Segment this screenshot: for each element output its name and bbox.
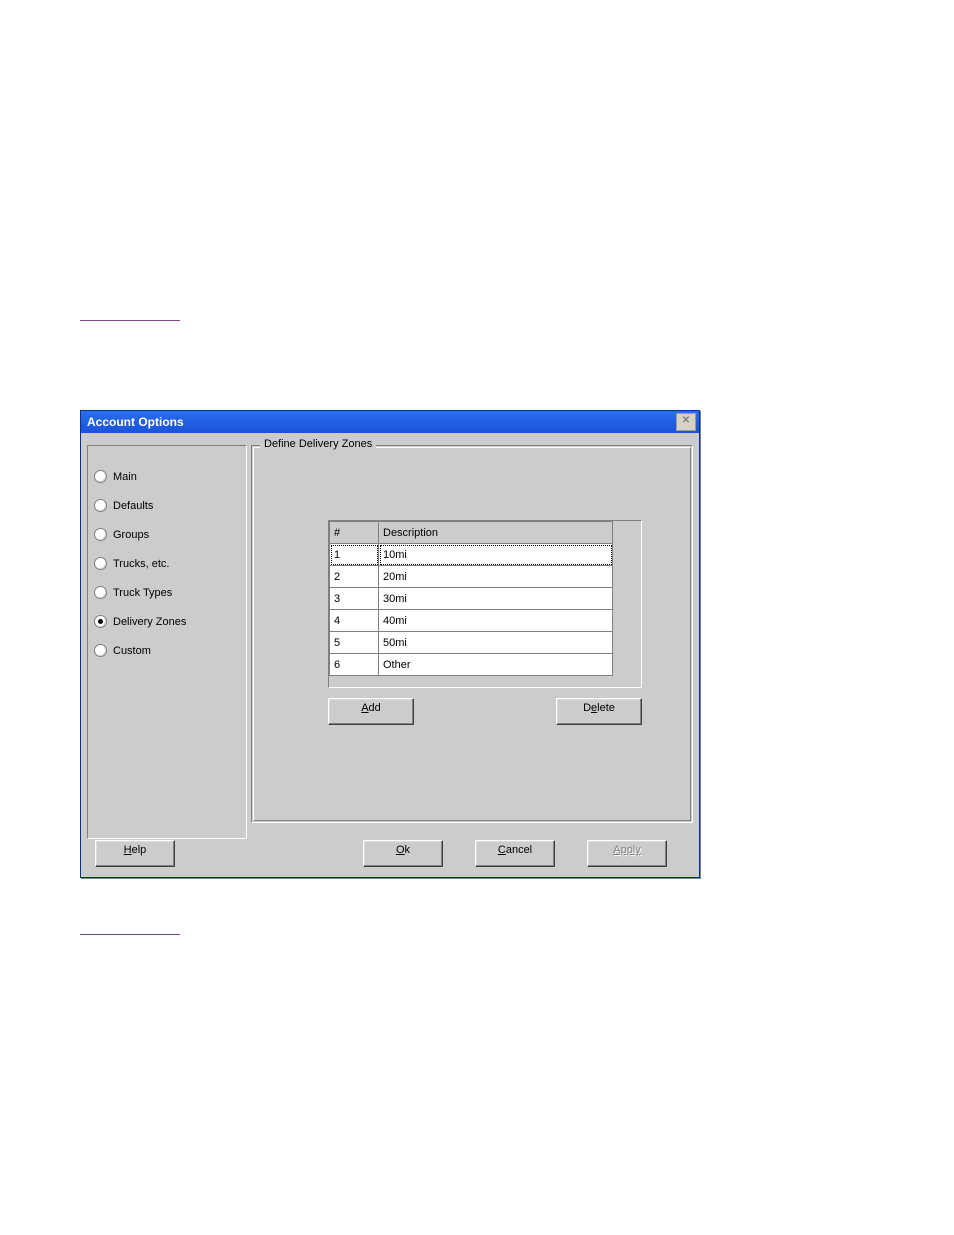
button-accel: A [361, 702, 368, 714]
nav-label: Custom [113, 645, 151, 657]
radio-icon [94, 557, 107, 570]
cell-description[interactable]: 10mi [379, 544, 613, 566]
scrollbar[interactable] [625, 521, 641, 687]
groupbox-legend: Define Delivery Zones [260, 438, 376, 450]
cancel-button[interactable]: Cancel [475, 840, 555, 867]
nav-item-truck-types[interactable]: Truck Types [88, 578, 246, 607]
cell-number[interactable]: 2 [330, 566, 379, 588]
radio-icon [94, 470, 107, 483]
dialog-titlebar[interactable]: Account Options ✕ [81, 411, 699, 433]
button-label: elp [132, 844, 147, 856]
cell-description[interactable]: Other [379, 654, 613, 676]
button-label: k [405, 844, 411, 856]
cell-description[interactable]: 40mi [379, 610, 613, 632]
cell-description[interactable]: 20mi [379, 566, 613, 588]
nav-label: Trucks, etc. [113, 558, 169, 570]
button-accel: H [124, 844, 132, 856]
nav-item-main[interactable]: Main [88, 462, 246, 491]
nav-panel: Main Defaults Groups Trucks, etc. Truck … [87, 445, 247, 839]
radio-icon [94, 615, 107, 628]
delete-button[interactable]: Delete [556, 698, 642, 725]
ok-button[interactable]: Ok [363, 840, 443, 867]
decorative-separator [80, 320, 180, 321]
column-header-description[interactable]: Description [379, 522, 613, 544]
radio-icon [94, 528, 107, 541]
dialog-body: Main Defaults Groups Trucks, etc. Truck … [81, 433, 699, 877]
cell-number[interactable]: 6 [330, 654, 379, 676]
button-label: lete [597, 702, 615, 714]
account-options-dialog: Account Options ✕ Main Defaults Groups [80, 410, 700, 878]
button-label: Apply [613, 844, 641, 856]
cell-description[interactable]: 50mi [379, 632, 613, 654]
table-row[interactable]: 6 Other [330, 654, 613, 676]
delivery-zones-grid[interactable]: # Description 1 10mi 2 20mi 3 [328, 520, 642, 688]
radio-icon [94, 644, 107, 657]
nav-item-defaults[interactable]: Defaults [88, 491, 246, 520]
radio-icon [94, 499, 107, 512]
delivery-zones-groupbox: Define Delivery Zones # Description 1 10… [251, 445, 693, 823]
cell-number[interactable]: 4 [330, 610, 379, 632]
button-label: dd [369, 702, 381, 714]
dialog-title: Account Options [87, 415, 184, 429]
table-row[interactable]: 4 40mi [330, 610, 613, 632]
nav-item-custom[interactable]: Custom [88, 636, 246, 665]
decorative-separator [80, 934, 180, 935]
table-row[interactable]: 5 50mi [330, 632, 613, 654]
close-icon[interactable]: ✕ [676, 413, 696, 431]
table-row[interactable]: 3 30mi [330, 588, 613, 610]
nav-label: Delivery Zones [113, 616, 186, 628]
button-accel: C [498, 844, 506, 856]
delivery-zones-table[interactable]: # Description 1 10mi 2 20mi 3 [329, 521, 613, 676]
cell-description[interactable]: 30mi [379, 588, 613, 610]
table-row[interactable]: 1 10mi [330, 544, 613, 566]
cell-number[interactable]: 3 [330, 588, 379, 610]
nav-item-groups[interactable]: Groups [88, 520, 246, 549]
nav-label: Truck Types [113, 587, 172, 599]
nav-label: Defaults [113, 500, 153, 512]
table-row[interactable]: 2 20mi [330, 566, 613, 588]
nav-item-trucks-etc[interactable]: Trucks, etc. [88, 549, 246, 578]
radio-icon [94, 586, 107, 599]
apply-button: Apply [587, 840, 667, 867]
help-button[interactable]: Help [95, 840, 175, 867]
nav-label: Groups [113, 529, 149, 541]
column-header-number[interactable]: # [330, 522, 379, 544]
button-label: ancel [506, 844, 532, 856]
cell-number[interactable]: 1 [330, 544, 379, 566]
button-pre: D [583, 702, 591, 714]
button-accel: O [396, 844, 405, 856]
add-button[interactable]: Add [328, 698, 414, 725]
nav-item-delivery-zones[interactable]: Delivery Zones [88, 607, 246, 636]
nav-label: Main [113, 471, 137, 483]
table-header-row: # Description [330, 522, 613, 544]
cell-number[interactable]: 5 [330, 632, 379, 654]
